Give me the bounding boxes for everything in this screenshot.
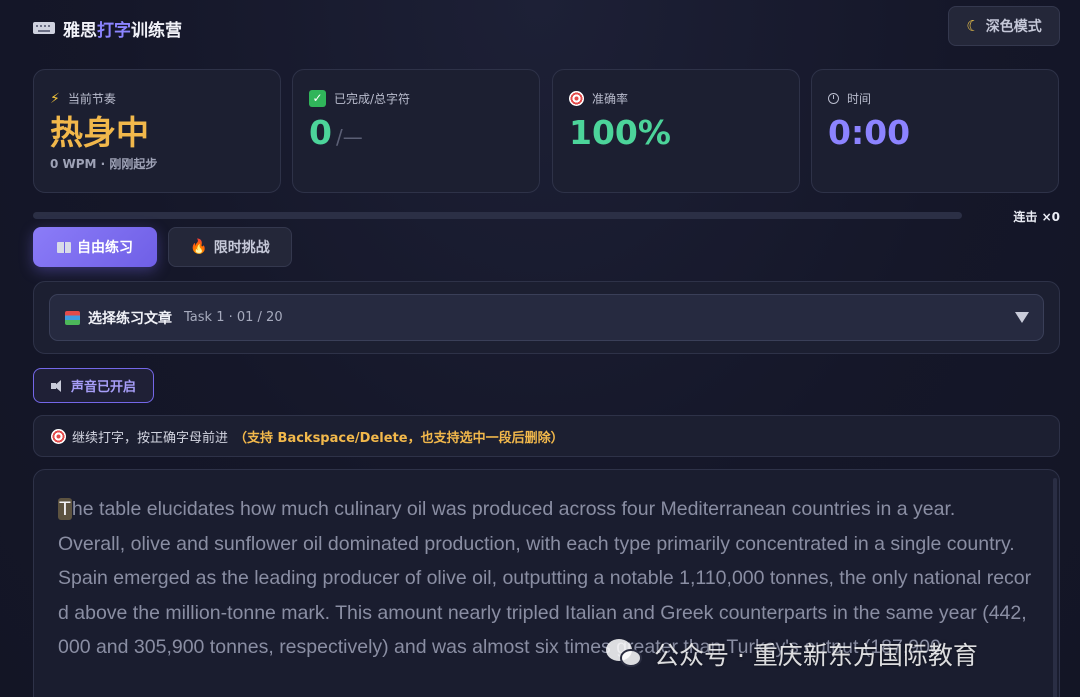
typing-progress-bar bbox=[33, 212, 962, 219]
article-select-label: 选择练习文章 bbox=[88, 310, 172, 327]
app-header: 雅思打字训练营 bbox=[33, 14, 1060, 42]
theme-toggle-button[interactable]: ☾ 深色模式 bbox=[948, 6, 1060, 46]
moon-icon: ☾ bbox=[966, 17, 980, 35]
stat-card-accuracy: 准确率 100% bbox=[552, 69, 800, 193]
time-value: 0:00 bbox=[828, 113, 911, 152]
tab-free-practice[interactable]: 自由练习 bbox=[33, 227, 157, 267]
tab-timed-challenge[interactable]: 🔥 限时挑战 bbox=[168, 227, 292, 267]
wechat-watermark: 公众号 · 重庆新东方国际教育 bbox=[606, 636, 978, 672]
target-icon bbox=[51, 428, 66, 444]
hint-bar: 继续打字，按正确字母前进 （支持 Backspace/Delete，也支持选中一… bbox=[33, 415, 1060, 457]
chevron-down-icon bbox=[1015, 312, 1029, 323]
combo-counter: 连击 ×0 bbox=[1013, 210, 1060, 224]
rhythm-sub: 0 WPM · 刚刚起步 bbox=[50, 156, 158, 171]
hint-strong-text: （支持 Backspace/Delete，也支持选中一段后删除） bbox=[234, 430, 564, 446]
time-label: 时间 bbox=[847, 92, 872, 106]
progress-value: 0/— bbox=[309, 113, 523, 153]
article-select-dropdown[interactable]: 选择练习文章 Task 1 · 01 / 20 bbox=[49, 294, 1044, 341]
check-icon: ✓ bbox=[309, 90, 326, 107]
wechat-icon bbox=[606, 637, 646, 671]
tab-challenge-label: 限时挑战 bbox=[213, 240, 270, 256]
stat-card-rhythm: ⚡ 当前节奏 热身中 0 WPM · 刚刚起步 bbox=[33, 69, 281, 193]
title-accent: 打字 bbox=[97, 20, 131, 41]
theme-toggle-label: 深色模式 bbox=[985, 19, 1042, 35]
hint-text: 继续打字，按正确字母前进 bbox=[72, 430, 229, 446]
lightning-icon: ⚡ bbox=[50, 90, 60, 107]
fire-icon: 🔥 bbox=[190, 239, 208, 255]
sound-toggle-button[interactable]: 声音已开启 bbox=[33, 368, 154, 403]
accuracy-label: 准确率 bbox=[592, 92, 629, 106]
app-title: 雅思打字训练营 bbox=[33, 16, 182, 41]
books-icon bbox=[65, 310, 80, 325]
stat-card-progress: ✓ 已完成/总字符 0/— bbox=[292, 69, 540, 193]
rhythm-value: 热身中 bbox=[50, 113, 149, 152]
progress-total: /— bbox=[335, 125, 363, 149]
progress-label: 已完成/总字符 bbox=[334, 92, 411, 106]
keyboard-icon bbox=[33, 22, 55, 34]
title-prefix: 雅思 bbox=[63, 20, 97, 41]
cursor-character: T bbox=[58, 498, 72, 520]
speaker-icon bbox=[50, 379, 65, 392]
progress-done: 0 bbox=[309, 113, 332, 152]
book-icon bbox=[57, 241, 71, 253]
clock-icon bbox=[828, 93, 839, 104]
typing-scrollbar[interactable] bbox=[1053, 478, 1057, 697]
accuracy-value: 100% bbox=[569, 113, 671, 152]
stat-card-time: 时间 0:00 bbox=[811, 69, 1059, 193]
remaining-text: he table elucidates how much culinary oi… bbox=[58, 498, 1032, 658]
article-select-panel: 选择练习文章 Task 1 · 01 / 20 bbox=[33, 281, 1060, 354]
target-icon bbox=[569, 91, 584, 106]
article-select-value: Task 1 · 01 / 20 bbox=[184, 310, 283, 325]
rhythm-label: 当前节奏 bbox=[67, 92, 116, 106]
title-suffix: 训练营 bbox=[131, 20, 182, 41]
tab-free-label: 自由练习 bbox=[77, 240, 133, 256]
sound-toggle-label: 声音已开启 bbox=[70, 380, 136, 395]
watermark-text: 公众号 · 重庆新东方国际教育 bbox=[654, 641, 978, 670]
